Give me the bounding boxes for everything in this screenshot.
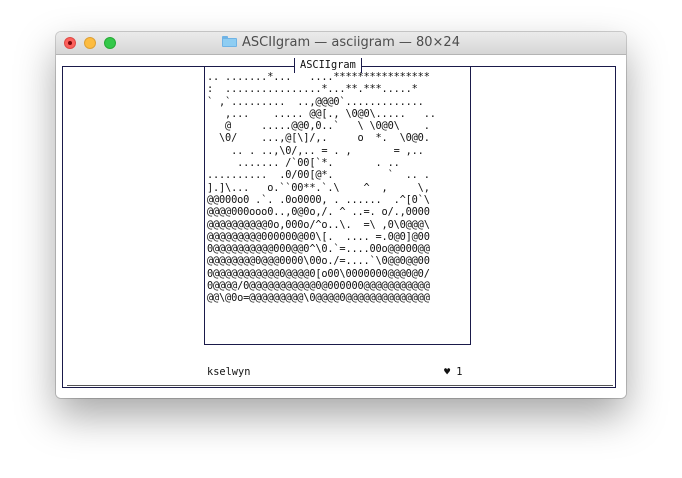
ascii-art-image: .. .......*... ....**************** : ..… (207, 71, 436, 305)
like-count[interactable]: ♥ 1 (444, 366, 462, 378)
post-username[interactable]: kselwyn (207, 366, 250, 378)
terminal-window: ASCIIgram — asciigram — 80×24 ASCIIgram … (56, 32, 626, 398)
window-title-wrap: ASCIIgram — asciigram — 80×24 (56, 32, 626, 54)
title-bar[interactable]: ASCIIgram — asciigram — 80×24 (56, 32, 626, 55)
window-title: ASCIIgram — asciigram — 80×24 (242, 35, 460, 50)
terminal-content[interactable]: ASCIIgram .. .......*... ....***********… (56, 55, 626, 398)
heart-icon[interactable]: ♥ (444, 366, 450, 378)
status-divider (67, 385, 613, 386)
like-count-value: 1 (456, 366, 463, 378)
folder-icon (222, 36, 238, 47)
